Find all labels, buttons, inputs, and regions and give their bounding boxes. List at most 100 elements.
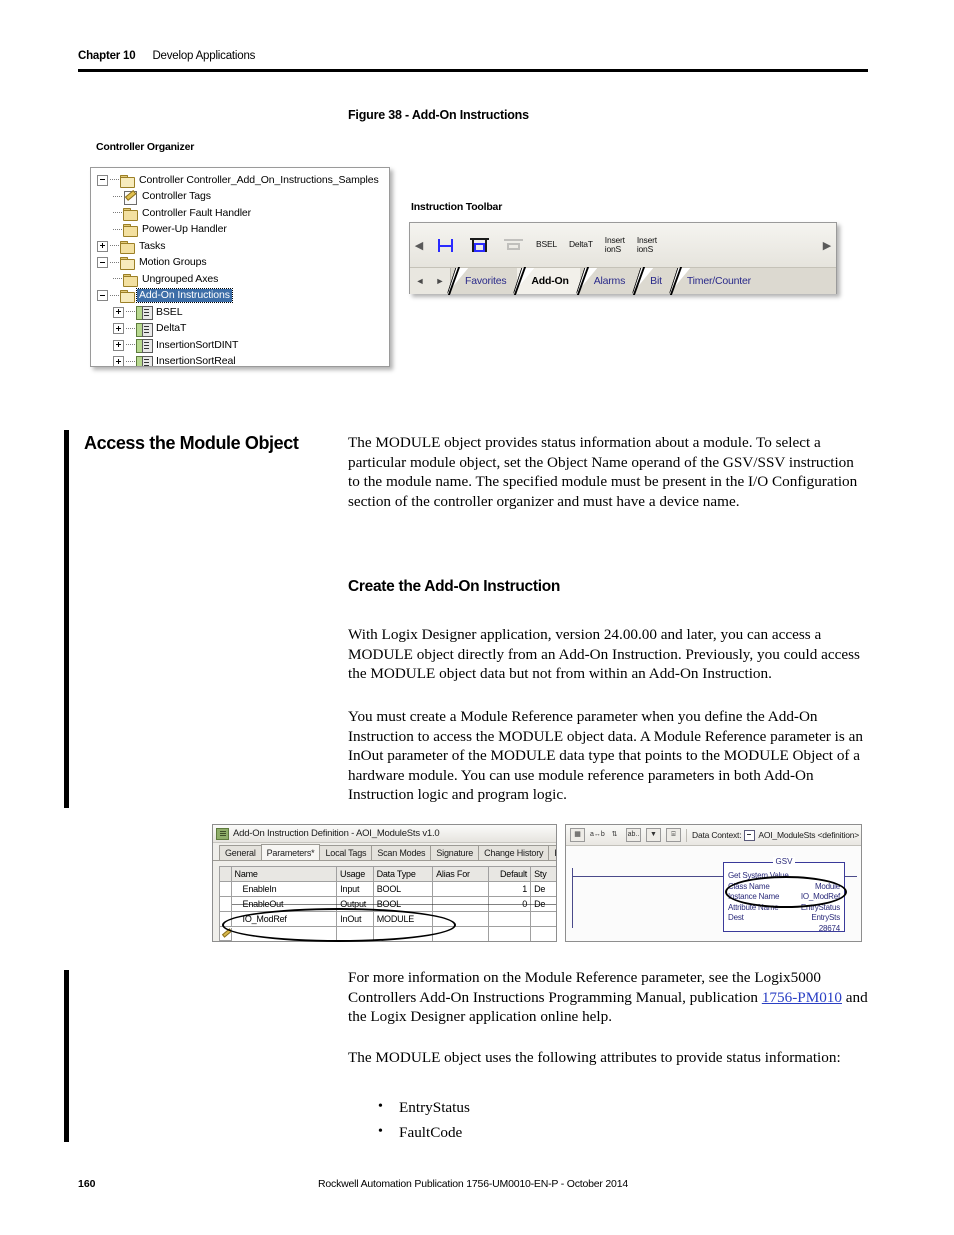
- cell-data-type[interactable]: BOOL: [373, 882, 434, 897]
- toolbar-instruction-bsel[interactable]: BSEL: [530, 240, 563, 250]
- tab-next-icon[interactable]: ►: [436, 276, 445, 286]
- controller-organizer-panel[interactable]: Controller Controller_Add_On_Instruction…: [90, 167, 390, 367]
- tree-item-controller-controller-add-on-instructions-samples[interactable]: Controller Controller_Add_On_Instruction…: [91, 172, 389, 189]
- cell-usage[interactable]: InOut: [337, 912, 374, 927]
- toolbar-tab-nav[interactable]: ◄ ►: [410, 268, 451, 294]
- cell-empty[interactable]: [337, 927, 374, 941]
- toolbar-tab-favorites[interactable]: Favorites: [447, 267, 518, 295]
- table-row[interactable]: EnableIn Input BOOL 1 De: [220, 882, 556, 897]
- cell-default[interactable]: 1: [488, 882, 532, 897]
- collapse-icon[interactable]: [97, 290, 108, 302]
- row-selector[interactable]: [220, 897, 232, 912]
- tree-item-insertionsortdint[interactable]: InsertionSortDINT: [91, 337, 389, 354]
- toolbar-tab-alarms[interactable]: Alarms: [576, 267, 637, 295]
- tree-item-ungrouped-axes[interactable]: Ungrouped Axes: [91, 271, 389, 288]
- cell-data-type[interactable]: MODULE: [373, 912, 434, 927]
- cell-empty[interactable]: [531, 927, 556, 941]
- expand-icon[interactable]: [113, 356, 124, 366]
- row-selector[interactable]: [220, 912, 232, 927]
- cell-name[interactable]: EnableIn: [231, 882, 338, 897]
- cell-sty[interactable]: [531, 912, 556, 927]
- sort-icon[interactable]: ⇅: [608, 829, 621, 841]
- expand-icon[interactable]: [113, 339, 124, 351]
- toolbar-instruction-insertions-1[interactable]: Insert ionS: [599, 235, 631, 255]
- grid-view-icon[interactable]: ▦: [570, 828, 585, 842]
- cell-alias-for[interactable]: [433, 897, 489, 912]
- collapse-icon[interactable]: [97, 257, 108, 269]
- row-selector[interactable]: [220, 882, 232, 897]
- cell-alias-for[interactable]: [433, 882, 489, 897]
- toolbar-tab-timer-counter[interactable]: Timer/Counter: [669, 267, 762, 295]
- cell-name[interactable]: EnableOut: [231, 897, 338, 912]
- column-header-alias-for[interactable]: Alias For: [433, 867, 489, 882]
- ladder-toolbar[interactable]: ▦ a↔b ⇅ ab.. ▼ ⌸ Data Context: AOI_Modul…: [566, 825, 861, 846]
- expand-icon[interactable]: [113, 306, 124, 318]
- toolbar-tab-strip[interactable]: ◄ ► Favorites Add-On Alarms Bit Timer/Counter: [410, 267, 836, 295]
- ote-instruction-icon[interactable]: [462, 230, 496, 260]
- collapse-icon[interactable]: [97, 174, 108, 186]
- publication-link-1756-pm010[interactable]: 1756-PM010: [762, 989, 842, 1006]
- cell-empty[interactable]: [374, 927, 434, 941]
- tree-item-deltat[interactable]: DeltaT: [91, 321, 389, 338]
- ladder-canvas[interactable]: GSV Get System Value Class Name Module I…: [566, 846, 861, 941]
- folder-open-icon: [120, 174, 135, 188]
- cell-empty[interactable]: [489, 927, 532, 941]
- tree-item-motion-groups[interactable]: Motion Groups: [91, 255, 389, 272]
- expand-icon[interactable]: [97, 240, 108, 252]
- toolbar-instruction-insertions-2[interactable]: Insert ionS: [631, 235, 663, 255]
- aoi-tab-scan-modes[interactable]: Scan Modes: [371, 845, 432, 860]
- expand-icon[interactable]: [113, 323, 124, 335]
- column-header-sty[interactable]: Sty: [531, 867, 556, 882]
- cell-default[interactable]: [488, 912, 532, 927]
- instruction-toolbar-panel[interactable]: ◀ BSEL DeltaT Insert ionS Insert ionS ▶ ◄ ►…: [409, 222, 837, 295]
- aoi-tab-change-history[interactable]: Change History: [478, 845, 550, 860]
- tree-item-bsel[interactable]: BSEL: [91, 304, 389, 321]
- cell-empty[interactable]: [232, 927, 338, 941]
- aoi-dialog-tabstrip[interactable]: General Parameters* Local Tags Scan Modes Si…: [213, 843, 556, 861]
- table-row[interactable]: EnableOut Output BOOL 0 De: [220, 897, 556, 912]
- gsv-instruction-block[interactable]: GSV Get System Value Class Name Module I…: [723, 857, 845, 933]
- toolbar-scroll-right-icon[interactable]: ▶: [818, 239, 836, 252]
- cell-empty[interactable]: [433, 927, 489, 941]
- tree-item-power-up-handler[interactable]: Power-Up Handler: [91, 222, 389, 239]
- scope-dropdown-field[interactable]: ab..: [626, 828, 641, 842]
- cell-name[interactable]: IO_ModRef: [231, 912, 338, 927]
- column-header-default[interactable]: Default: [488, 867, 532, 882]
- aoi-definition-screenshot[interactable]: Add-On Instruction Definition - AOI_Modu…: [212, 824, 557, 942]
- column-header-data-type[interactable]: Data Type: [373, 867, 434, 882]
- cell-usage[interactable]: Input: [337, 882, 374, 897]
- tree-item-insertionsortreal[interactable]: InsertionSortReal: [91, 354, 389, 366]
- aoi-tab-local-tags[interactable]: Local Tags: [319, 845, 373, 860]
- toolbar-instruction-deltat[interactable]: DeltaT: [563, 240, 599, 250]
- table-new-row[interactable]: [220, 927, 556, 941]
- cell-usage[interactable]: Output: [337, 897, 374, 912]
- parameters-grid[interactable]: Name Usage Data Type Alias For Default Sty Ena…: [219, 866, 556, 941]
- aoi-tab-parameters[interactable]: Parameters*: [260, 844, 321, 860]
- tree-item-controller-fault-handler[interactable]: Controller Fault Handler: [91, 205, 389, 222]
- toolbar-scroll-left-icon[interactable]: ◀: [410, 239, 428, 252]
- aoi-tab-signature[interactable]: Signature: [430, 845, 480, 860]
- xic-instruction-icon[interactable]: [428, 230, 462, 260]
- cell-alias-for[interactable]: [433, 912, 489, 927]
- tab-prev-icon[interactable]: ◄: [416, 276, 425, 286]
- aoi-tab-help[interactable]: Help: [548, 845, 556, 860]
- ab-cd-icon[interactable]: a↔b: [590, 829, 605, 841]
- tree-item-add-on-instructions[interactable]: Add-On Instructions: [91, 288, 389, 305]
- column-header-name[interactable]: Name: [231, 867, 338, 882]
- tree-item-controller-tags[interactable]: Controller Tags: [91, 189, 389, 206]
- column-header-usage[interactable]: Usage: [337, 867, 374, 882]
- cell-default[interactable]: 0: [488, 897, 532, 912]
- table-row[interactable]: IO_ModRef InOut MODULE: [220, 912, 556, 927]
- tree-item-tasks[interactable]: Tasks: [91, 238, 389, 255]
- cell-sty[interactable]: De: [531, 882, 556, 897]
- tag-browse-icon[interactable]: ⌸: [666, 828, 681, 842]
- cell-sty[interactable]: De: [531, 897, 556, 912]
- toolbar-tab-bit[interactable]: Bit: [633, 267, 673, 295]
- aoi-tab-general[interactable]: General: [219, 845, 262, 860]
- ladder-logic-screenshot[interactable]: ▦ a↔b ⇅ ab.. ▼ ⌸ Data Context: AOI_Modul…: [565, 824, 862, 942]
- scope-dropdown-arrow-icon[interactable]: ▼: [646, 828, 661, 842]
- cell-data-type[interactable]: BOOL: [373, 897, 434, 912]
- data-context-value[interactable]: AOI_ModuleSts <definition>: [758, 830, 859, 840]
- chapter-number: Chapter 10: [78, 50, 136, 62]
- toolbar-tab-add-on[interactable]: Add-On: [514, 267, 580, 295]
